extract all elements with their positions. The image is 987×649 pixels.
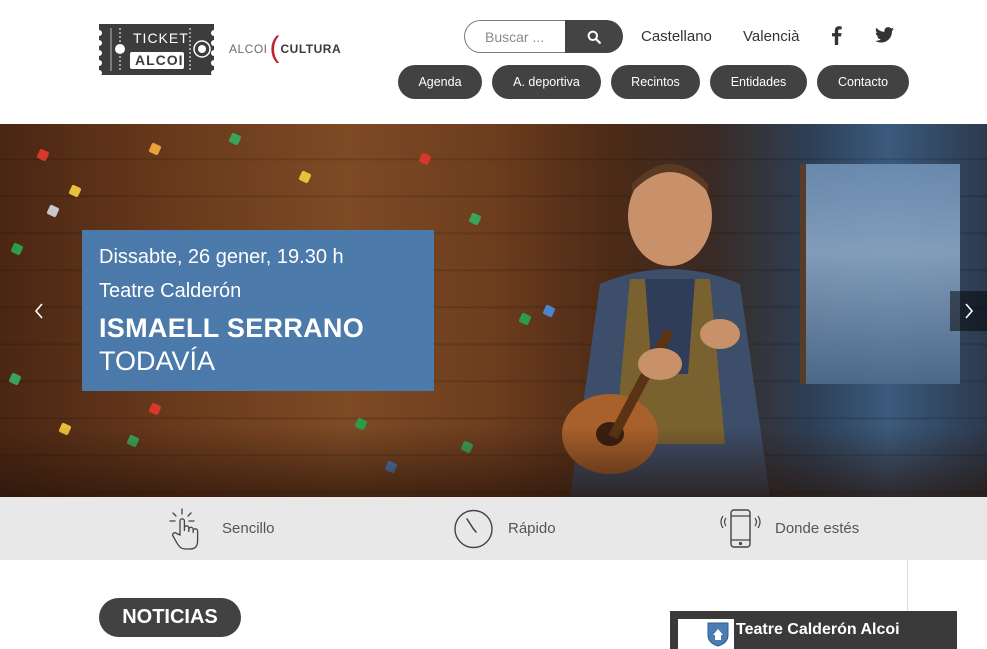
hero-floor-shadow <box>0 427 987 497</box>
nav-entidades[interactable]: Entidades <box>710 65 807 99</box>
facebook-page-title[interactable]: Teatre Calderón Alcoi <box>736 621 900 639</box>
search-form <box>464 20 623 53</box>
carousel-prev-button[interactable] <box>20 291 57 331</box>
search-input[interactable] <box>464 20 565 53</box>
lang-castellano-link[interactable]: Castellano <box>641 28 712 45</box>
logo-cultura-word: CULTURA <box>280 42 342 56</box>
carousel-next-button[interactable] <box>950 291 987 331</box>
logo-cultura-paren: ( <box>269 31 280 64</box>
feature-label: Donde estés <box>775 520 860 537</box>
event-venue: Teatre Calderón <box>99 280 242 302</box>
event-banner[interactable]: Dissabte, 26 gener, 19.30 h Teatre Calde… <box>82 230 434 391</box>
twitter-link[interactable] <box>874 25 894 45</box>
facebook-page-thumbnail <box>678 619 734 649</box>
news-heading: NOTICIAS <box>99 598 241 637</box>
tap-hand-icon <box>169 507 199 550</box>
site-header: TICKET ALCOI ALCOI ( CULTURA Castellano … <box>0 0 987 124</box>
event-show-title: TODAVÍA <box>99 346 216 376</box>
chevron-left-icon <box>34 303 43 319</box>
logo-alcoi-word: ALCOI <box>135 52 184 68</box>
search-button[interactable] <box>565 20 623 53</box>
logo-ticket-word: TICKET <box>133 30 189 46</box>
event-date: Dissabte, 26 gener, 19.30 h <box>99 246 344 268</box>
features-bar: Sencillo Rápido Donde estés <box>0 497 987 560</box>
twitter-icon <box>874 27 894 43</box>
mobile-phone-icon <box>720 509 761 548</box>
ticket-alcoi-logo[interactable]: TICKET ALCOI <box>96 24 217 76</box>
event-artist: ISMAELL SERRANO <box>99 313 365 343</box>
chevron-right-icon <box>964 303 973 319</box>
hero-carousel[interactable]: Dissabte, 26 gener, 19.30 h Teatre Calde… <box>0 124 987 497</box>
hero-window-backdrop <box>800 164 960 384</box>
facebook-icon <box>831 25 842 45</box>
feature-donde-estes: Donde estés <box>720 497 859 560</box>
facebook-page-widget[interactable]: Teatre Calderón Alcoi <box>670 611 957 649</box>
feature-sencillo: Sencillo <box>168 497 275 560</box>
feature-rapido: Rápido <box>453 497 556 560</box>
stopwatch-icon <box>454 509 493 549</box>
city-shield-icon <box>707 622 729 647</box>
lang-valencia-link[interactable]: Valencià <box>743 28 799 45</box>
facebook-link[interactable] <box>826 25 846 45</box>
feature-label: Sencillo <box>222 520 275 537</box>
feature-label: Rápido <box>508 520 556 537</box>
logo-cultura-alcoi: ALCOI <box>229 42 268 56</box>
nav-contacto[interactable]: Contacto <box>817 65 909 99</box>
nav-actividad-deportiva[interactable]: A. deportiva <box>492 65 601 99</box>
nav-agenda[interactable]: Agenda <box>398 65 482 99</box>
nav-recintos[interactable]: Recintos <box>611 65 700 99</box>
alcoi-cultura-logo[interactable]: ALCOI ( CULTURA <box>229 33 341 65</box>
search-icon <box>587 30 601 44</box>
